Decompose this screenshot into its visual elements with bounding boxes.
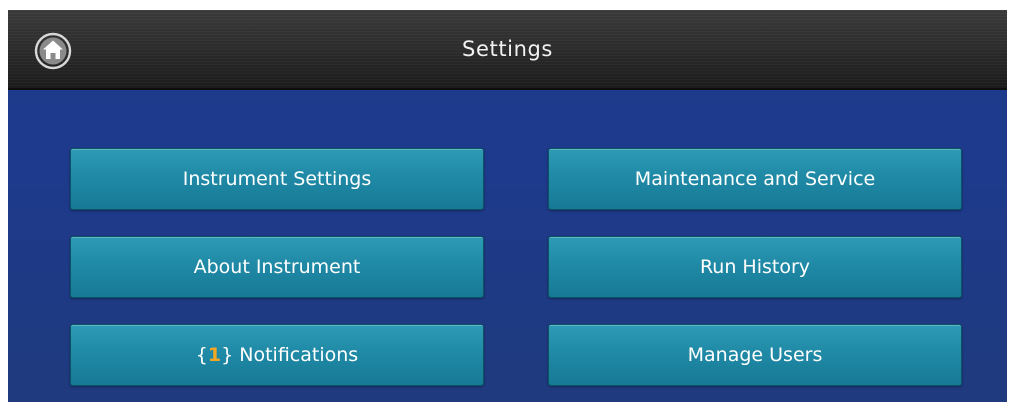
notifications-label: Notifications bbox=[233, 344, 359, 366]
home-icon bbox=[34, 32, 72, 70]
settings-screen: Settings Instrument Settings Maintenance… bbox=[8, 10, 1007, 402]
header-bar: Settings bbox=[8, 10, 1007, 90]
maintenance-and-service-button[interactable]: Maintenance and Service bbox=[548, 148, 962, 210]
manage-users-button[interactable]: Manage Users bbox=[548, 324, 962, 386]
run-history-button[interactable]: Run History bbox=[548, 236, 962, 298]
notification-count-badge: 1 bbox=[207, 344, 222, 366]
notification-close-brace: } bbox=[221, 344, 234, 366]
about-instrument-button[interactable]: About Instrument bbox=[70, 236, 484, 298]
home-button[interactable] bbox=[33, 31, 73, 71]
page-title: Settings bbox=[462, 37, 553, 61]
instrument-settings-button[interactable]: Instrument Settings bbox=[70, 148, 484, 210]
notification-open-brace: { bbox=[195, 344, 208, 366]
notifications-button[interactable]: {1} Notifications bbox=[70, 324, 484, 386]
